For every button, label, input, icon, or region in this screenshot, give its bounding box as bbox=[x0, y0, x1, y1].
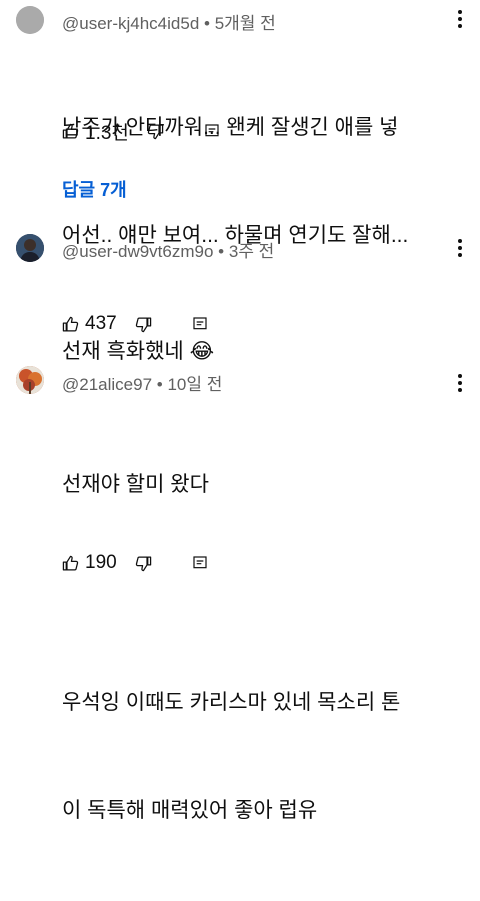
thumbs-up-icon[interactable] bbox=[62, 123, 79, 140]
author-name[interactable]: @user-kj4hc4id5d bbox=[62, 14, 199, 33]
thumbs-down-icon[interactable] bbox=[135, 316, 152, 333]
comment-text-line: 이 독특해 매력있어 좋아 럽유 bbox=[62, 799, 318, 822]
like-count: 437 bbox=[85, 313, 117, 334]
comment-text-line bbox=[62, 575, 462, 611]
reply-icon[interactable] bbox=[192, 555, 208, 571]
thumbs-down-icon[interactable] bbox=[135, 555, 152, 572]
more-options-icon[interactable] bbox=[452, 7, 468, 31]
meta-separator: • bbox=[204, 14, 210, 33]
avatar[interactable] bbox=[16, 234, 44, 262]
avatar[interactable] bbox=[16, 6, 44, 34]
thumbs-up-icon[interactable] bbox=[62, 316, 79, 333]
like-count: 190 bbox=[85, 552, 117, 573]
meta-separator: • bbox=[156, 375, 163, 394]
more-options-icon[interactable] bbox=[452, 371, 468, 395]
comment-meta: @user-kj4hc4id5d • 5개월 전 bbox=[62, 9, 276, 34]
comment-text-line: 우석잉 이때도 카리스마 있네 목소리 톤 bbox=[62, 691, 401, 714]
avatar-placeholder-icon bbox=[16, 6, 44, 34]
thumbs-down-icon[interactable] bbox=[147, 123, 164, 140]
more-options-icon[interactable] bbox=[452, 236, 468, 260]
reply-icon[interactable] bbox=[192, 316, 208, 332]
comment-text-line: 선재야 할미 왔다 bbox=[62, 473, 209, 496]
author-name[interactable]: @user-dw9vt6zm9o bbox=[62, 242, 213, 261]
comment-actions: 437 bbox=[62, 311, 208, 337]
comment-time[interactable]: 5개월 전 bbox=[215, 14, 276, 33]
comment-meta: @user-dw9vt6zm9o • 3주 전 bbox=[62, 237, 274, 262]
like-count: 1.3천 bbox=[85, 122, 129, 144]
avatar-photo-icon bbox=[16, 234, 44, 262]
meta-separator: • bbox=[218, 242, 225, 261]
reply-icon[interactable] bbox=[204, 123, 220, 139]
comment-meta: @21alice97 • 10일 전 bbox=[62, 370, 222, 395]
comment-actions: 1.3천 bbox=[62, 118, 220, 144]
avatar[interactable] bbox=[16, 366, 44, 394]
comment-actions: 190 bbox=[62, 550, 208, 576]
comment-text-line: 선재 흑화했네 😂 bbox=[62, 340, 215, 363]
author-name[interactable]: @21alice97 bbox=[62, 375, 152, 394]
comment-time[interactable]: 10일 전 bbox=[167, 375, 222, 394]
view-replies-link[interactable]: 답글 7개 bbox=[62, 176, 127, 202]
avatar-photo-icon bbox=[16, 366, 44, 394]
thumbs-up-icon[interactable] bbox=[62, 555, 79, 572]
comment-text: 선재야 할미 왔다 우석잉 이때도 카리스마 있네 목소리 톤 이 독특해 매력… bbox=[62, 395, 462, 901]
comment-time[interactable]: 3주 전 bbox=[229, 242, 274, 261]
